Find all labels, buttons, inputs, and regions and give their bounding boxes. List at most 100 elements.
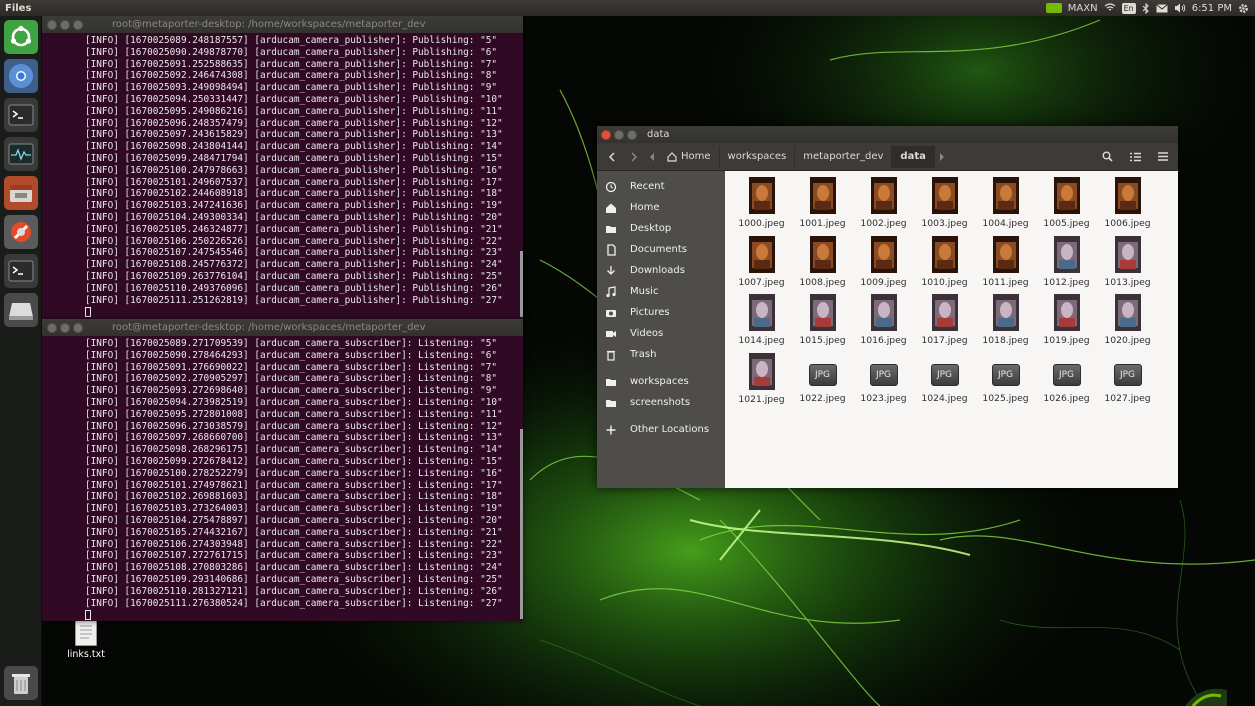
breadcrumb-right-arrow[interactable] — [935, 146, 949, 168]
close-button[interactable] — [47, 322, 57, 333]
close-button[interactable] — [47, 19, 57, 30]
file-item[interactable]: JPG 1026.jpeg — [1036, 352, 1097, 411]
maximize-button[interactable] — [627, 129, 637, 140]
file-item[interactable]: 1005.jpeg — [1036, 176, 1097, 235]
breadcrumb-metaporter-dev[interactable]: metaporter_dev — [795, 145, 893, 168]
sidebar-item-desktop[interactable]: Desktop — [597, 218, 725, 239]
breadcrumb-workspaces[interactable]: workspaces — [720, 145, 796, 168]
bluetooth-icon[interactable] — [1142, 2, 1150, 14]
desktop-file-links[interactable]: links.txt — [62, 618, 110, 660]
file-manager-titlebar[interactable]: data — [597, 126, 1178, 143]
file-item[interactable]: JPG 1027.jpeg — [1097, 352, 1158, 411]
forward-button[interactable] — [623, 146, 645, 168]
terminal-titlebar[interactable]: root@metaporter-desktop: /home/workspace… — [42, 319, 523, 336]
minimize-button[interactable] — [614, 129, 624, 140]
file-item[interactable]: 1010.jpeg — [914, 235, 975, 294]
breadcrumb-home[interactable]: Home — [659, 145, 720, 168]
terminal-prompt[interactable] — [85, 609, 523, 621]
ubuntu-dash-icon[interactable] — [4, 20, 38, 54]
sidebar-item-videos[interactable]: Videos — [597, 323, 725, 344]
file-name: 1007.jpeg — [738, 276, 785, 288]
plus-icon — [605, 424, 617, 436]
file-item[interactable]: 1012.jpeg — [1036, 235, 1097, 294]
image-thumbnail — [931, 235, 958, 273]
subscriber-terminal-window[interactable]: root@metaporter-desktop: /home/workspace… — [42, 319, 523, 621]
sidebar-item-home[interactable]: Home — [597, 197, 725, 218]
image-thumbnail — [992, 177, 1019, 214]
file-item[interactable]: 1014.jpeg — [731, 293, 792, 352]
volume-icon[interactable] — [1174, 3, 1186, 13]
clock-label[interactable]: 6:51 PM — [1192, 3, 1232, 14]
breadcrumb-left-arrow[interactable] — [645, 146, 659, 168]
file-item[interactable]: 1004.jpeg — [975, 176, 1036, 235]
file-item[interactable]: 1021.jpeg — [731, 352, 792, 411]
close-button[interactable] — [601, 129, 611, 140]
chromium-icon[interactable] — [4, 59, 38, 93]
file-item[interactable]: 1019.jpeg — [1036, 293, 1097, 352]
file-item[interactable]: 1015.jpeg — [792, 293, 853, 352]
terminal-scrollbar[interactable] — [520, 251, 523, 317]
sidebar-item-pictures[interactable]: Pictures — [597, 302, 725, 323]
file-item[interactable]: 1011.jpeg — [975, 235, 1036, 294]
gear-icon[interactable] — [1238, 3, 1249, 14]
terminal-icon-2[interactable] — [4, 254, 38, 288]
sidebar-item-downloads[interactable]: Downloads — [597, 260, 725, 281]
nvidia-icon[interactable] — [1045, 3, 1062, 13]
sidebar-item-documents[interactable]: Documents — [597, 239, 725, 260]
file-item[interactable]: 1009.jpeg — [853, 235, 914, 294]
file-item[interactable]: 1008.jpeg — [792, 235, 853, 294]
file-item[interactable]: 1006.jpeg — [1097, 176, 1158, 235]
terminal-output[interactable]: [INFO] [1670025089.248187557] [arducam_c… — [42, 33, 523, 318]
system-monitor-icon[interactable] — [4, 137, 38, 171]
mail-icon[interactable] — [1155, 3, 1168, 13]
sidebar-item-trash[interactable]: Trash — [597, 344, 725, 365]
terminal-titlebar[interactable]: root@metaporter-desktop: /home/workspace… — [42, 16, 523, 33]
terminal-prompt[interactable] — [85, 306, 523, 318]
wifi-icon[interactable] — [1104, 3, 1116, 13]
sidebar-item-recent[interactable]: Recent — [597, 176, 725, 197]
maximize-button[interactable] — [73, 322, 83, 333]
breadcrumb-data[interactable]: data — [892, 145, 935, 168]
sidebar-item-other-locations[interactable]: Other Locations — [597, 419, 725, 440]
trash-icon[interactable] — [4, 666, 38, 700]
active-app-name[interactable]: Files — [0, 3, 31, 14]
text-cursor — [85, 307, 91, 318]
menu-button[interactable] — [1152, 146, 1174, 168]
files-icon[interactable] — [4, 176, 38, 210]
terminal-scrollbar[interactable] — [520, 429, 523, 619]
keyboard-layout-indicator[interactable]: En — [1121, 2, 1136, 14]
file-item[interactable]: 1007.jpeg — [731, 235, 792, 294]
publisher-terminal-window[interactable]: root@metaporter-desktop: /home/workspace… — [42, 16, 523, 319]
file-item[interactable]: 1001.jpeg — [792, 176, 853, 235]
file-item[interactable]: 1000.jpeg — [731, 176, 792, 235]
file-item[interactable]: 1002.jpeg — [853, 176, 914, 235]
file-item[interactable]: JPG 1025.jpeg — [975, 352, 1036, 411]
terminal-icon[interactable] — [4, 98, 38, 132]
file-item[interactable]: 1013.jpeg — [1097, 235, 1158, 294]
file-item[interactable]: JPG 1024.jpeg — [914, 352, 975, 411]
document-icon — [605, 243, 617, 256]
file-name: 1011.jpeg — [982, 276, 1029, 288]
file-name: 1015.jpeg — [799, 335, 846, 347]
file-item[interactable]: 1017.jpeg — [914, 293, 975, 352]
minimize-button[interactable] — [60, 19, 70, 30]
file-item[interactable]: 1020.jpeg — [1097, 293, 1158, 352]
file-item[interactable]: JPG 1022.jpeg — [792, 352, 853, 411]
settings-icon[interactable] — [4, 215, 38, 249]
file-item[interactable]: 1003.jpeg — [914, 176, 975, 235]
sidebar-item-workspaces[interactable]: workspaces — [597, 371, 725, 392]
drive-icon[interactable] — [4, 293, 38, 327]
sidebar-item-music[interactable]: Music — [597, 281, 725, 302]
maximize-button[interactable] — [73, 19, 83, 30]
sidebar-item-screenshots[interactable]: screenshots — [597, 392, 725, 413]
terminal-output[interactable]: [INFO] [1670025089.271709539] [arducam_c… — [42, 336, 523, 621]
file-item[interactable]: JPG 1023.jpeg — [853, 352, 914, 411]
back-button[interactable] — [601, 146, 623, 168]
file-item[interactable]: 1018.jpeg — [975, 293, 1036, 352]
power-mode-label[interactable]: MAXN — [1068, 3, 1098, 14]
search-button[interactable] — [1096, 146, 1118, 168]
file-manager-window[interactable]: data Home workspaces metaporter_dev data — [597, 126, 1178, 488]
file-item[interactable]: 1016.jpeg — [853, 293, 914, 352]
minimize-button[interactable] — [60, 322, 70, 333]
view-options-button[interactable] — [1124, 146, 1146, 168]
